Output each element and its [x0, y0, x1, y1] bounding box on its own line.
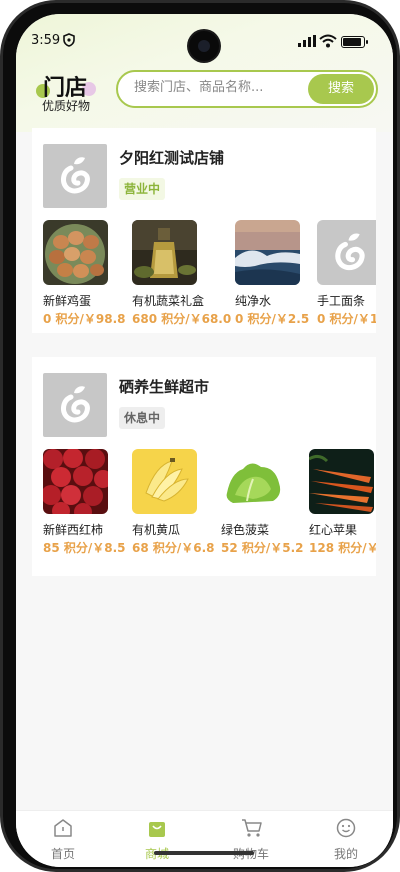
product-image-placeholder: [317, 220, 376, 285]
product-name: 新鲜鸡蛋: [43, 294, 92, 308]
phone-frame: 3:59 门店 优质好物 搜索门店、商品名称... 搜索 夕阳红测试店铺 营业中…: [0, 0, 400, 872]
search-bar[interactable]: 搜索: [116, 70, 378, 108]
product-image-apples: [43, 449, 108, 514]
status-badge: 休息中: [119, 407, 166, 429]
search-button[interactable]: 搜索: [308, 74, 374, 104]
store-name: 硒养生鲜超市: [119, 378, 210, 396]
product-image-eggs: [43, 220, 108, 285]
search-input[interactable]: [132, 79, 296, 96]
cart-icon: [242, 819, 262, 837]
placeholder-logo-icon: [61, 386, 90, 423]
product-price: 0 积分/￥98.8: [43, 312, 126, 326]
product-name: 纯净水: [235, 294, 272, 308]
product-price: 68 积分/￥6.8: [132, 541, 215, 555]
placeholder-logo-icon: [61, 157, 90, 194]
status-bar: 3:59: [16, 14, 393, 61]
tab-home[interactable]: 首页: [33, 811, 93, 867]
store-thumbnail: [43, 144, 107, 208]
product-price: 85 积分/￥8.5: [43, 541, 126, 555]
home-indicator: [154, 851, 254, 855]
product-row: 新鲜西红柿 85 积分/￥8.5 有机黄瓜 68 积分/￥6.8 绿色菠菜 52…: [43, 449, 376, 559]
front-camera: [189, 31, 219, 61]
product-image-lettuce: [221, 449, 286, 514]
product-image-water: [235, 220, 300, 285]
wifi-icon: [319, 34, 337, 48]
product-name: 新鲜西红柿: [43, 523, 104, 537]
tab-profile[interactable]: 我的: [316, 811, 376, 867]
profile-icon: [336, 818, 356, 838]
tab-cart[interactable]: 购物车: [221, 811, 281, 867]
tab-label: 首页: [50, 847, 75, 861]
store-card[interactable]: 硒养生鲜超市 休息中 新鲜西红柿 85 积分/￥8.5 有机黄瓜 68 积分/￥…: [32, 357, 376, 576]
product-name: 红心苹果: [309, 523, 358, 537]
home-icon: [54, 819, 72, 837]
store-card[interactable]: 夕阳红测试店铺 营业中 新鲜鸡蛋 0 积分/￥98.8 有机蔬菜礼盒 680 积…: [32, 128, 376, 333]
product-name: 有机黄瓜: [132, 523, 181, 537]
product-image-oil: [132, 220, 197, 285]
product-price: 680 积分/￥68.0: [132, 312, 232, 326]
product-row: 新鲜鸡蛋 0 积分/￥98.8 有机蔬菜礼盒 680 积分/￥68.0 纯净水 …: [43, 220, 376, 330]
product-price: 128 积分/￥: [309, 541, 376, 555]
product-name: 绿色菠菜: [221, 523, 270, 537]
product-name: 手工面条: [317, 294, 366, 308]
product-price: 0 积分/￥1: [317, 312, 376, 326]
signal-icon: [298, 35, 316, 47]
product-name: 有机蔬菜礼盒: [132, 294, 205, 308]
shopping-bag-icon: [149, 822, 165, 837]
app-screen: 3:59 门店 优质好物 搜索门店、商品名称... 搜索 夕阳红测试店铺 营业中…: [16, 14, 393, 867]
product-image-carrots: [309, 449, 374, 514]
placeholder-logo-icon: [335, 233, 365, 271]
status-badge: 营业中: [119, 178, 166, 200]
product-price: 52 积分/￥5.2: [221, 541, 304, 555]
store-thumbnail: [43, 373, 107, 437]
shield-icon: [63, 33, 75, 47]
store-logo: 门店 优质好物: [35, 70, 105, 126]
product-price: 0 积分/￥2.5: [235, 312, 310, 326]
status-time: 3:59: [31, 33, 61, 48]
battery-icon: [341, 36, 365, 48]
logo-subtitle: 优质好物: [42, 99, 91, 113]
store-name: 夕阳红测试店铺: [119, 149, 225, 167]
product-image-bananas: [132, 449, 197, 514]
battery-tip: [366, 40, 368, 44]
bottom-tab-bar: 首页 商城 购物车: [16, 810, 393, 867]
tab-label: 我的: [333, 847, 358, 861]
tab-mall[interactable]: 商城: [127, 811, 187, 867]
